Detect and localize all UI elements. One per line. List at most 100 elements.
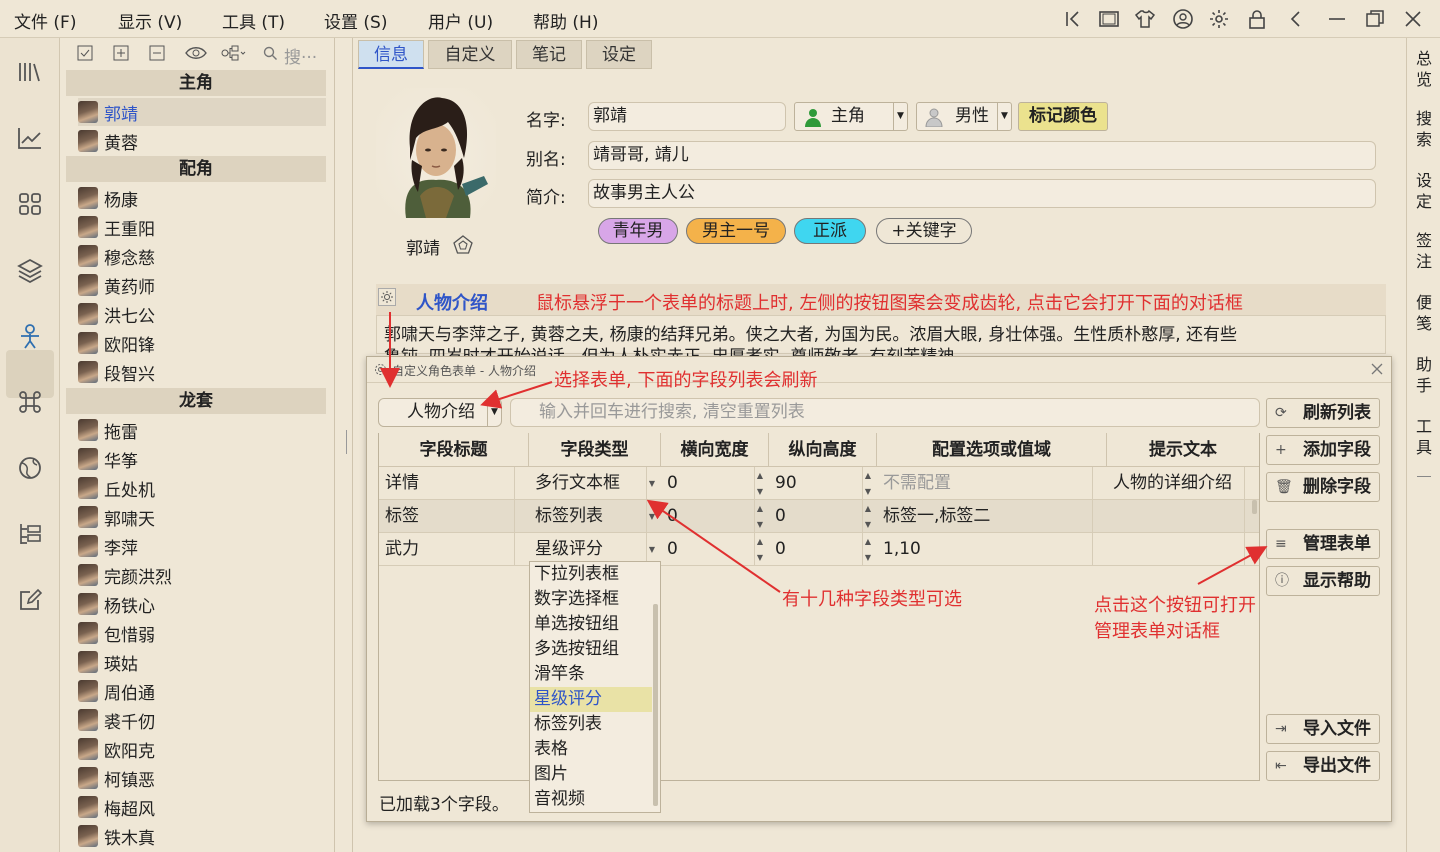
gender-select[interactable]: 男性 ▼ [916,102,1012,131]
tab-settings[interactable]: 设定 [586,40,652,69]
menu-help[interactable]: 帮助 (H) [533,8,598,33]
tree-group-header[interactable]: 配角 [66,156,326,182]
field-search-input[interactable]: 输入并回车进行搜索, 清空重置列表 [510,398,1260,427]
gear-icon[interactable] [1208,8,1230,30]
restore-icon[interactable] [1364,8,1386,30]
chevron-down-icon[interactable]: ▼ [647,545,657,555]
type-option[interactable]: 音视频 [530,787,652,812]
tree-item[interactable]: 杨铁心 [78,590,326,618]
eye-icon[interactable] [184,44,208,62]
tree-item[interactable]: 梅超风 [78,793,326,821]
tree-item[interactable]: 洪七公 [78,300,326,328]
column-header[interactable]: 配置选项或值域 [877,433,1107,467]
tree-item[interactable]: 周伯通 [78,677,326,705]
spin-up-icon[interactable]: ▲ [755,471,765,481]
type-option[interactable]: 多选按钮组 [530,637,652,662]
person-icon[interactable] [16,322,44,350]
chart-icon[interactable] [16,124,44,152]
spin-down-icon[interactable]: ▼ [863,520,873,530]
command-icon[interactable] [16,388,44,416]
table-cell-height[interactable]: 0 [769,533,863,566]
alias-field[interactable]: 靖哥哥, 靖儿 [588,141,1376,170]
table-cell-width[interactable]: 0 [661,467,755,500]
right-strip-assistant[interactable]: 助手 [1415,354,1433,396]
menu-user[interactable]: 用户 (U) [428,8,493,33]
table-cell-hint[interactable]: 人物的详细介绍 [1107,467,1245,500]
tree-item[interactable]: 完颜洪烈 [78,561,326,589]
keyword-tag[interactable]: 男主一号 [686,218,786,244]
collapse-all-icon[interactable] [148,44,166,62]
export-file-button[interactable]: ⇤ 导出文件 [1266,751,1380,781]
tree-group-header[interactable]: 龙套 [66,388,326,414]
layers-icon[interactable] [16,256,44,284]
shirt-icon[interactable] [1134,8,1156,30]
table-cell-config[interactable]: 不需配置 [877,467,1093,500]
grid-icon[interactable] [16,190,44,218]
keyword-tag[interactable]: 青年男 [598,218,678,244]
dropdown-scrollbar-thumb[interactable] [653,604,658,806]
gear-icon[interactable] [378,288,396,306]
tree-search-input[interactable]: 搜··· [284,43,317,68]
spin-down-icon[interactable]: ▼ [863,487,873,497]
type-option[interactable]: 表格 [530,737,652,762]
tablet-icon[interactable] [1098,8,1120,30]
menu-tools[interactable]: 工具 (T) [222,8,285,33]
outline-icon[interactable] [16,520,44,548]
menu-settings[interactable]: 设置 (S) [324,8,387,33]
hierarchy-icon[interactable] [220,44,246,62]
menu-file[interactable]: 文件 (F) [14,8,76,33]
column-header[interactable]: 纵向高度 [769,433,877,467]
tree-item[interactable]: 郭靖 [78,98,326,126]
spin-up-icon[interactable]: ▲ [755,537,765,547]
right-strip-overview[interactable]: 总览 [1415,48,1433,90]
tab-notes[interactable]: 笔记 [516,40,582,69]
user-circle-icon[interactable] [1172,8,1194,30]
type-option[interactable]: 数字选择框 [530,587,652,612]
lock-icon[interactable] [1246,8,1268,30]
type-option[interactable]: 下拉列表框 [530,562,652,587]
table-cell-type[interactable]: 标签列表 [529,500,647,533]
name-field[interactable]: 郭靖 [588,102,786,131]
table-cell-title[interactable]: 武力 [379,533,515,566]
checkbox-icon[interactable] [76,44,94,62]
tree-item[interactable]: 铁木真 [78,822,326,850]
section-title[interactable]: 人物介绍 [416,289,488,315]
library-icon[interactable] [16,58,44,86]
tree-item[interactable]: 黄蓉 [78,127,326,155]
type-option[interactable]: 滑竿条 [530,662,652,687]
tree-item[interactable]: 华筝 [78,445,326,473]
role-select[interactable]: 主角 ▼ [794,102,908,131]
tree-item[interactable]: 黄药师 [78,271,326,299]
tree-item[interactable]: 裘千仞 [78,706,326,734]
pentagon-icon[interactable] [452,234,474,256]
spin-down-icon[interactable]: ▼ [863,553,873,563]
close-icon[interactable] [1370,362,1384,376]
column-header[interactable]: 横向宽度 [661,433,769,467]
intro-field[interactable]: 故事男主人公 [588,179,1376,208]
right-strip-annotation[interactable]: 签注 [1415,230,1433,272]
spin-down-icon[interactable]: ▼ [755,487,765,497]
menu-view[interactable]: 显示 (V) [118,8,182,33]
collapse-left-icon[interactable] [1062,8,1084,30]
tree-item[interactable]: 欧阳克 [78,735,326,763]
tree-item[interactable]: 王重阳 [78,213,326,241]
globe-icon[interactable] [16,454,44,482]
right-strip-tools[interactable]: 工具 [1415,416,1433,458]
right-strip-memo[interactable]: 便笺 [1415,292,1433,334]
table-cell-height[interactable]: 90 [769,467,863,500]
table-scrollbar-thumb[interactable] [1252,500,1257,514]
type-option[interactable]: 单选按钮组 [530,612,652,637]
type-option[interactable]: 星级评分 [530,687,652,712]
tree-item[interactable]: 穆念慈 [78,242,326,270]
form-select[interactable]: 人物介绍 ▼ [378,398,502,427]
table-cell-width[interactable]: 0 [661,500,755,533]
tree-item[interactable]: 柯镇恶 [78,764,326,792]
collapse-left-icon[interactable] [1284,8,1306,30]
chevron-down-icon[interactable]: ▼ [647,512,657,522]
spin-down-icon[interactable]: ▼ [755,520,765,530]
tree-item[interactable]: 郭啸天 [78,503,326,531]
table-cell-config[interactable]: 标签一,标签二 [877,500,1093,533]
edit-icon[interactable] [16,586,44,614]
tree-item[interactable]: 丘处机 [78,474,326,502]
table-cell-width[interactable]: 0 [661,533,755,566]
